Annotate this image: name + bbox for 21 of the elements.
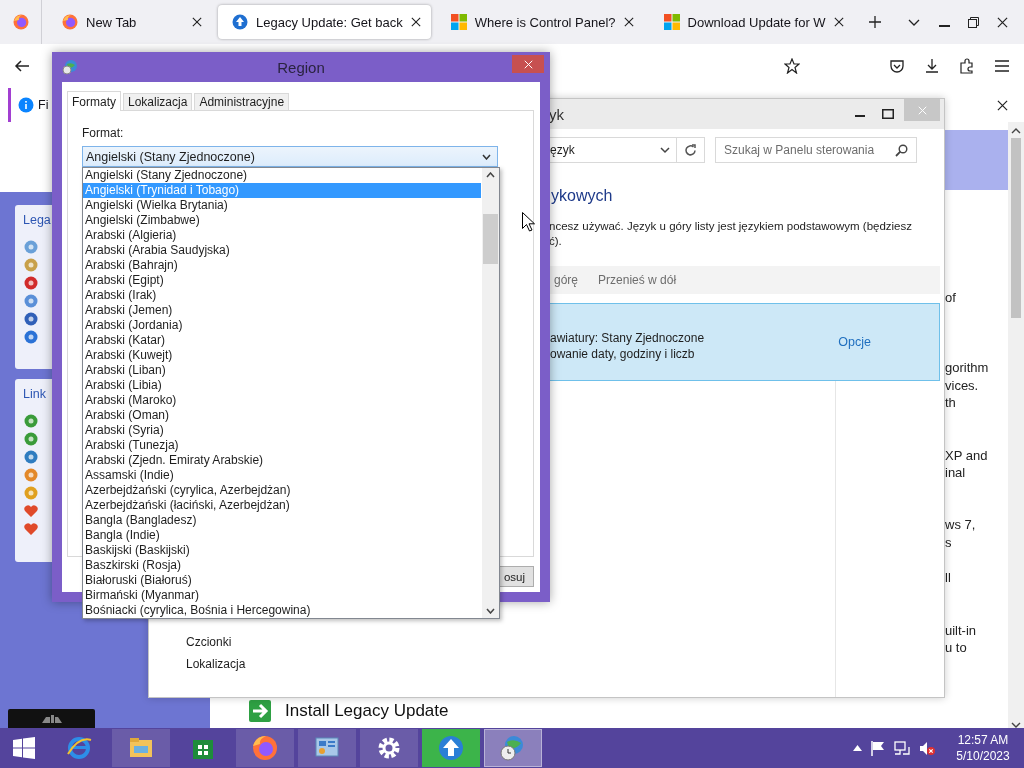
article-text: th	[945, 394, 957, 412]
window-title: yk	[549, 105, 564, 123]
article-text: inal	[945, 464, 967, 482]
article-text: s	[945, 533, 953, 552]
article-text: ws 7,	[945, 516, 977, 534]
article-text: ll	[945, 569, 952, 587]
description-text: ncesz używać. Język u góry listy jest językiem podstawowym (będziesz ć).	[549, 219, 913, 249]
article-text: uilt-in	[945, 621, 978, 640]
language-detail: owanie daty, godziny i liczb	[550, 346, 696, 362]
language-detail: awiatury: Stany Zjednoczone	[550, 330, 705, 346]
article-text: u to	[945, 639, 968, 657]
article-text: of	[945, 289, 957, 307]
article-text: vices.	[945, 376, 980, 395]
article-text: XP and	[945, 446, 989, 465]
page-heading: ykowych	[551, 186, 614, 206]
field-label: Format:	[82, 126, 125, 140]
box-title: Link	[23, 387, 46, 401]
notification-text: Fi	[38, 98, 49, 112]
window-title: Region	[277, 58, 325, 76]
article-text: gorithm	[945, 359, 990, 377]
box-title: Lega	[23, 213, 51, 227]
